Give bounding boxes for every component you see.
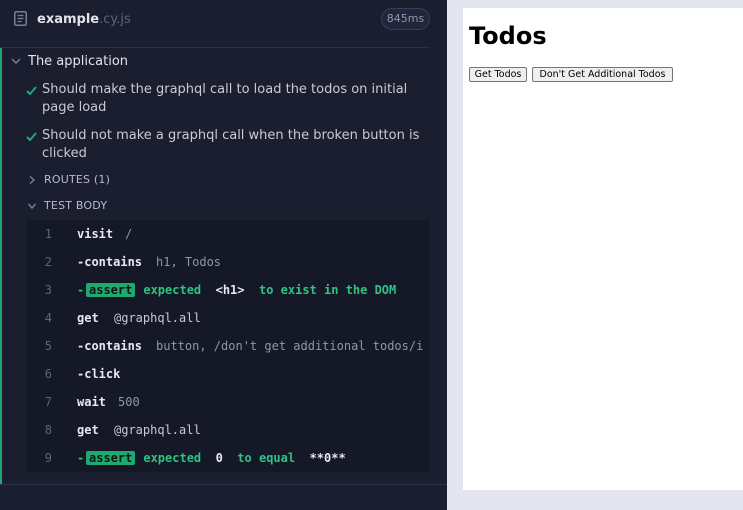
- command-row[interactable]: 3 - assert expected <h1> to exist in the …: [26, 276, 430, 304]
- line-number: 2: [44, 255, 52, 269]
- check-icon: [26, 132, 37, 141]
- line-number: 6: [44, 367, 52, 381]
- command-name: -contains: [77, 339, 143, 353]
- line-number: 1: [44, 227, 52, 241]
- assert-badge: assert: [86, 283, 136, 297]
- assert-message: assert expected <h1> to exist in the DOM: [86, 276, 396, 304]
- command-row[interactable]: 4 get @graphql.all: [26, 304, 430, 332]
- command-message: /: [125, 227, 133, 241]
- file-icon: [14, 11, 27, 26]
- command-row[interactable]: 6 -click: [26, 360, 430, 388]
- assert-subject: 0: [215, 451, 223, 465]
- suite-row[interactable]: The application: [0, 52, 430, 72]
- command-list: 1 visit / 2 -contains h1, Todos 3 - asse…: [26, 220, 430, 472]
- assert-rest: to exist in the DOM: [258, 283, 397, 297]
- command-row[interactable]: 2 -contains h1, Todos: [26, 248, 430, 276]
- test-title: Should make the graphql call to load the…: [42, 82, 408, 115]
- command-name: get: [77, 423, 99, 437]
- chevron-down-icon: [28, 203, 36, 210]
- assert-value: **0**: [309, 451, 346, 465]
- command-message: 500: [118, 395, 140, 409]
- line-number: 8: [44, 423, 52, 437]
- line-number: 4: [44, 311, 52, 325]
- command-message: @graphql.all: [114, 423, 201, 437]
- get-todos-button[interactable]: Get Todos: [469, 67, 527, 82]
- footer-divider: [0, 484, 447, 485]
- command-row[interactable]: 7 wait 500: [26, 388, 430, 416]
- dont-get-additional-todos-button[interactable]: Don't Get Additional Todos: [532, 67, 673, 82]
- line-number: 5: [44, 339, 52, 353]
- assert-badge: assert: [86, 451, 136, 465]
- test-row[interactable]: Should make the graphql call to load the…: [0, 81, 430, 117]
- command-name: wait: [77, 395, 106, 409]
- assert-subject: <h1>: [215, 283, 245, 297]
- app-preview: Todos Get Todos Don't Get Additional Tod…: [447, 0, 743, 510]
- command-row[interactable]: 5 -contains button, /don't get additiona…: [26, 332, 430, 360]
- page-title: Todos: [469, 22, 547, 50]
- routes-section-toggle[interactable]: ROUTES (1): [0, 171, 430, 189]
- command-message: h1, Todos: [156, 255, 222, 269]
- assert-message: assert expected 0 to equal **0**: [86, 444, 346, 472]
- command-row[interactable]: 1 visit /: [26, 220, 430, 248]
- spec-file-name[interactable]: example.cy.js: [37, 11, 131, 28]
- line-number: 9: [44, 451, 52, 465]
- spec-file-basename: example: [37, 12, 100, 27]
- spec-file-extension: .cy.js: [99, 12, 131, 27]
- spec-header: example.cy.js 845ms: [0, 0, 447, 40]
- duration-badge: 845ms: [381, 8, 430, 30]
- command-name: -: [77, 283, 85, 297]
- chevron-down-icon: [11, 58, 21, 65]
- command-name: -: [77, 451, 85, 465]
- assert-expected: expected: [143, 451, 202, 465]
- line-number: 7: [44, 395, 52, 409]
- test-row[interactable]: Should not make a graphql call when the …: [0, 127, 430, 163]
- command-name: visit: [77, 227, 114, 241]
- command-row[interactable]: 8 get @graphql.all: [26, 416, 430, 444]
- app-iframe: Todos Get Todos Don't Get Additional Tod…: [463, 8, 743, 490]
- command-message: button, /don't get additional todos/i: [156, 339, 424, 353]
- command-name: -click: [77, 367, 121, 381]
- chevron-right-icon: [29, 176, 36, 184]
- test-body-section-toggle[interactable]: TEST BODY: [0, 197, 430, 215]
- routes-label: ROUTES (1): [44, 173, 111, 186]
- command-log-panel: example.cy.js 845ms The application Shou…: [0, 0, 447, 510]
- test-body-label: TEST BODY: [44, 199, 108, 212]
- assert-expected: expected: [143, 283, 202, 297]
- header-divider: [0, 47, 430, 48]
- command-row[interactable]: 9 - assert expected 0 to equal **0**: [26, 444, 430, 472]
- assert-rest: to equal: [237, 451, 296, 465]
- suite-title: The application: [28, 54, 129, 69]
- line-number: 3: [44, 283, 52, 297]
- command-name: get: [77, 311, 99, 325]
- command-name: -contains: [77, 255, 143, 269]
- check-icon: [26, 86, 37, 95]
- command-message: @graphql.all: [114, 311, 201, 325]
- test-title: Should not make a graphql call when the …: [42, 128, 420, 161]
